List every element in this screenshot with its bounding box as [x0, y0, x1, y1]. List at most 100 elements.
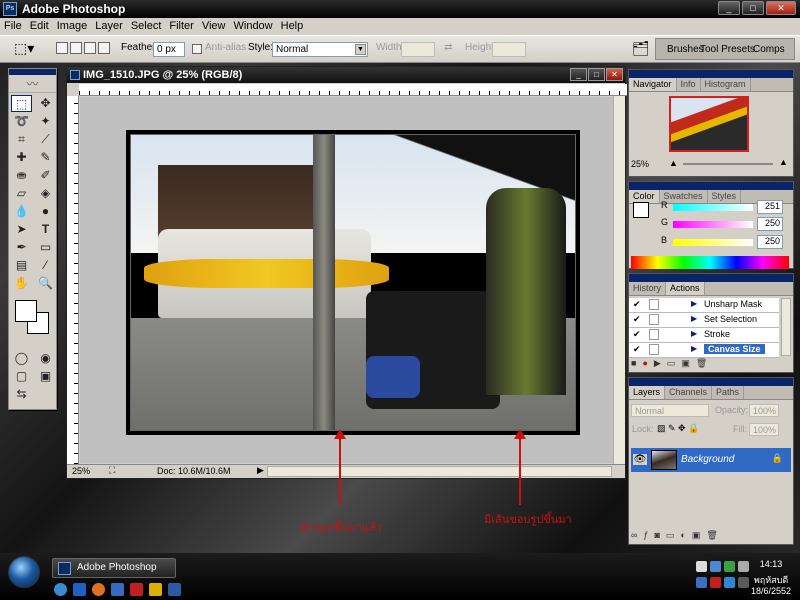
dialog-toggle-box[interactable]	[649, 329, 659, 340]
zoom-out-icon[interactable]: ▲	[669, 158, 678, 168]
color-spectrum[interactable]	[631, 256, 789, 269]
tab-history[interactable]: History	[629, 282, 667, 295]
tray-icon-a[interactable]	[696, 577, 707, 588]
menu-layer[interactable]: Layer	[91, 18, 127, 35]
eraser-tool-icon[interactable]: ▱	[11, 185, 32, 202]
new-action-icon[interactable]: ▣	[681, 358, 690, 369]
ie-icon[interactable]	[73, 583, 86, 596]
doc-close-button[interactable]: ✕	[606, 68, 623, 81]
volume-icon[interactable]	[710, 561, 721, 572]
jump-to-imageready-icon[interactable]: ⇆	[11, 386, 32, 403]
well-tab-tool-presets[interactable]: Tool Presets	[700, 44, 755, 55]
dialog-toggle-box[interactable]	[649, 299, 659, 310]
dodge-tool-icon[interactable]: ●	[35, 203, 56, 220]
action-item[interactable]: ✔ ▶ Set Selection	[629, 313, 779, 328]
expand-triangle-icon[interactable]: ▶	[691, 299, 697, 308]
shape-tool-icon[interactable]: ▭	[35, 239, 56, 256]
doc-minimize-button[interactable]: _	[570, 68, 587, 81]
restore-button[interactable]: □	[742, 1, 764, 15]
well-tab-brushes[interactable]: Brushes	[667, 44, 704, 55]
action-item[interactable]: ✔ ▶ Stroke	[629, 328, 779, 343]
palette-grip[interactable]	[629, 70, 793, 78]
green-value[interactable]: 250	[757, 217, 783, 231]
menu-window[interactable]: Window	[230, 18, 277, 35]
expand-triangle-icon[interactable]: ▶	[691, 329, 697, 338]
zoom-tool-icon[interactable]: 🔍	[35, 275, 56, 292]
tray-icon-b[interactable]	[710, 577, 721, 588]
quick-mask-icon[interactable]: ◉	[35, 350, 56, 367]
window-switch-icon[interactable]	[168, 583, 181, 596]
expand-triangle-icon[interactable]: ▶	[691, 314, 697, 323]
palette-grip[interactable]	[629, 378, 793, 386]
app-icon[interactable]	[130, 583, 143, 596]
slice-tool-icon[interactable]: ⟋	[35, 131, 56, 148]
opacity-input[interactable]: 100%	[749, 404, 779, 417]
tab-channels[interactable]: Channels	[665, 386, 713, 399]
security-icon[interactable]	[724, 561, 735, 572]
screen-mode-standard-icon[interactable]: ▢	[11, 368, 32, 385]
minimize-button[interactable]: _	[718, 1, 740, 15]
feather-input[interactable]: 0 px	[153, 42, 185, 57]
tab-info[interactable]: Info	[677, 78, 701, 91]
network-icon[interactable]	[696, 561, 707, 572]
close-button[interactable]: ✕	[766, 1, 796, 15]
clock-time[interactable]: 14:13	[746, 559, 796, 569]
menu-edit[interactable]: Edit	[26, 18, 53, 35]
marquee-preset-icon[interactable]: ⬚▾	[14, 40, 34, 57]
fill-input[interactable]: 100%	[749, 423, 779, 436]
check-icon[interactable]: ✔	[633, 344, 643, 354]
red-value[interactable]: 251	[757, 200, 783, 214]
paint-bucket-tool-icon[interactable]: ◈	[35, 185, 56, 202]
navigator-zoom[interactable]: 25%	[631, 159, 649, 169]
subtract-selection-icon[interactable]	[84, 42, 96, 54]
menu-filter[interactable]: Filter	[165, 18, 197, 35]
move-tool-icon[interactable]: ✥	[35, 95, 56, 112]
red-slider[interactable]	[673, 204, 753, 211]
blend-mode-select[interactable]: Normal	[631, 404, 709, 417]
zoom-level[interactable]: 25%	[72, 466, 90, 476]
palette-grip[interactable]	[629, 182, 793, 190]
notes-tool-icon[interactable]: ▤	[11, 257, 32, 274]
play-icon[interactable]: ▶	[654, 358, 661, 369]
magic-wand-tool-icon[interactable]: ✦	[35, 113, 56, 130]
menu-select[interactable]: Select	[127, 18, 166, 35]
expand-triangle-icon[interactable]: ▶	[691, 344, 697, 353]
taskbar-photoshop-button[interactable]: Adobe Photoshop	[52, 558, 176, 578]
link-icon[interactable]: ∞	[631, 530, 637, 541]
swap-icon[interactable]: ⇄	[444, 42, 452, 53]
action-item[interactable]: ✔ ▶ Unsharp Mask	[629, 298, 779, 313]
adjustment-layer-icon[interactable]: ◐	[680, 530, 685, 541]
start-button[interactable]	[8, 556, 40, 588]
standard-mode-icon[interactable]: ◯	[11, 350, 32, 367]
show-desktop-icon[interactable]	[111, 583, 124, 596]
new-selection-icon[interactable]	[56, 42, 68, 54]
status-menu-icon[interactable]: ⛶	[109, 465, 115, 476]
lasso-tool-icon[interactable]: ➰	[11, 113, 32, 130]
tab-actions[interactable]: Actions	[666, 282, 705, 295]
firefox-icon[interactable]	[92, 583, 105, 596]
width-input[interactable]	[401, 42, 435, 57]
delete-icon[interactable]: 🗑	[696, 358, 707, 369]
horizontal-scrollbar[interactable]	[267, 466, 612, 477]
tab-histogram[interactable]: Histogram	[701, 78, 751, 91]
style-select[interactable]: Normal ▼	[272, 42, 368, 57]
palette-well-icon[interactable]: 🗂	[632, 40, 650, 57]
screen-mode-full-icon[interactable]: ▣	[35, 368, 56, 385]
canvas-area[interactable]	[80, 97, 615, 463]
status-arrow-icon[interactable]: ▶	[257, 465, 264, 476]
ie-globe-icon[interactable]	[54, 583, 67, 596]
blue-value[interactable]: 250	[757, 235, 783, 249]
hand-tool-icon[interactable]: ✋	[11, 275, 32, 292]
delete-layer-icon[interactable]: 🗑	[706, 530, 717, 541]
check-icon[interactable]: ✔	[633, 329, 643, 339]
menu-image[interactable]: Image	[53, 18, 92, 35]
marquee-tool-icon[interactable]: ⬚	[11, 95, 32, 112]
blur-tool-icon[interactable]: 💧	[11, 203, 32, 220]
blue-slider[interactable]	[673, 239, 753, 246]
green-slider[interactable]	[673, 221, 753, 228]
layer-row-background[interactable]: 👁 Background 🔒	[631, 448, 791, 472]
menu-file[interactable]: File	[0, 18, 26, 35]
antialias-checkbox[interactable]	[192, 44, 202, 54]
record-icon[interactable]: ●	[642, 358, 647, 369]
dialog-toggle-box[interactable]	[649, 314, 659, 325]
